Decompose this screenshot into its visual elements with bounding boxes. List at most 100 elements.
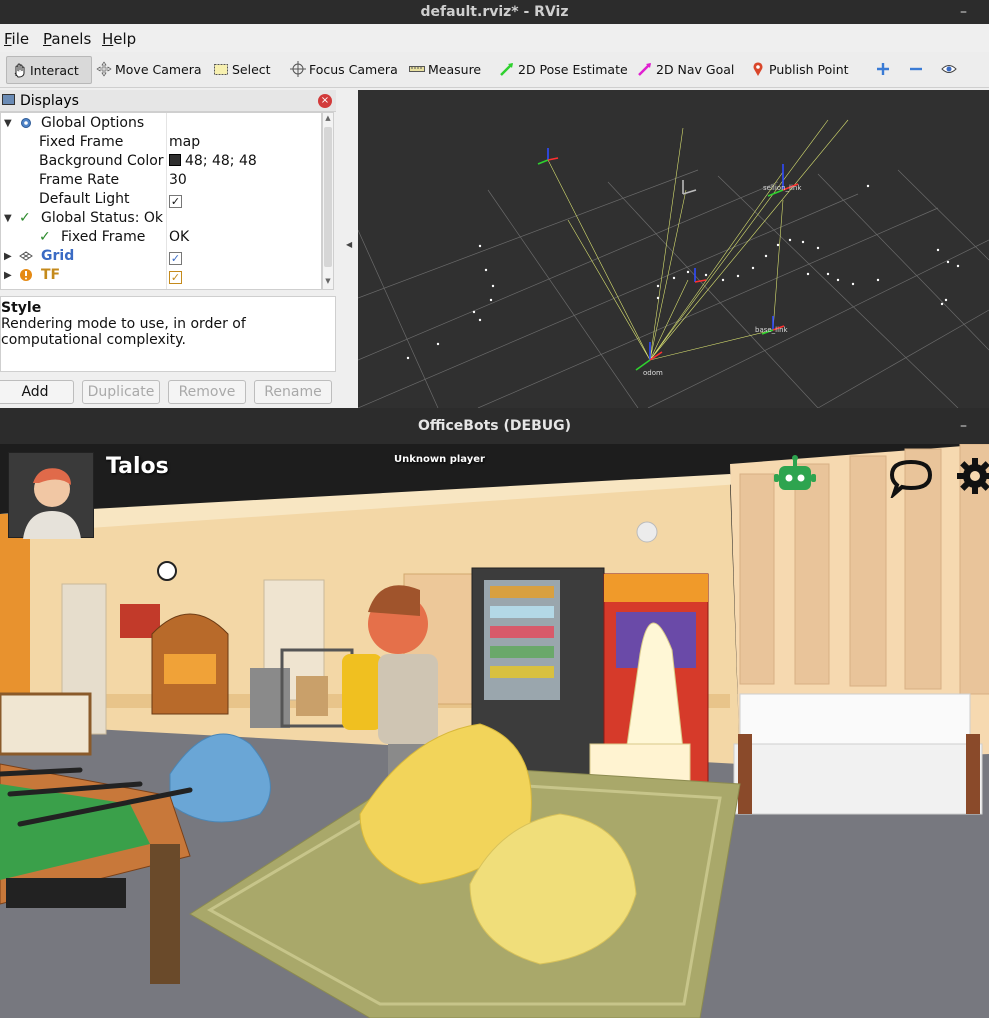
tree-row-frame-rate[interactable]: Frame Rate 30 bbox=[1, 171, 321, 190]
tf-checkbox[interactable]: ✓ bbox=[169, 271, 182, 284]
publish-point-label: Publish Point bbox=[769, 62, 849, 77]
tree-row-tf[interactable]: ▶ TF ✓ bbox=[1, 266, 321, 285]
select-tool[interactable]: Select bbox=[213, 56, 271, 84]
expand-down-icon[interactable]: ▼ bbox=[4, 209, 12, 228]
jukebox-panel bbox=[164, 654, 216, 684]
grid-lines bbox=[358, 169, 989, 408]
gear-icon bbox=[21, 118, 31, 128]
expand-right-icon[interactable]: ▶ bbox=[4, 247, 12, 266]
laser-scan-points bbox=[406, 184, 960, 360]
remove-button[interactable]: Remove bbox=[168, 380, 246, 404]
frame-rate-value[interactable]: 30 bbox=[169, 171, 187, 190]
tf-label: TF bbox=[41, 267, 61, 283]
property-description: Style Rendering mode to use, in order of… bbox=[0, 296, 336, 372]
odom-frame-label: odom bbox=[643, 369, 663, 377]
tree-row-global-options[interactable]: ▼ Global Options bbox=[1, 114, 321, 133]
global-status-label: Global Status: Ok bbox=[41, 210, 164, 226]
tree-row-default-light[interactable]: Default Light ✓ bbox=[1, 190, 321, 209]
sellion-frame-label: sellion_link bbox=[763, 184, 802, 192]
add-tool-button[interactable] bbox=[875, 56, 894, 84]
nav-goal-tool[interactable]: 2D Nav Goal bbox=[637, 56, 734, 84]
displays-tree: ▼ Global Options Fixed Frame map Backgro… bbox=[0, 112, 322, 290]
duplicate-button[interactable]: Duplicate bbox=[82, 380, 160, 404]
couch-seat bbox=[733, 743, 983, 815]
scrollbar-thumb[interactable] bbox=[324, 127, 332, 267]
person-body bbox=[378, 654, 438, 744]
nav-goal-label: 2D Nav Goal bbox=[656, 62, 735, 77]
tree-row-background-color[interactable]: Background Color 48; 48; 48 bbox=[1, 152, 321, 171]
chat-bubble-icon[interactable] bbox=[888, 458, 934, 498]
menu-panels[interactable]: Panels bbox=[43, 30, 91, 48]
default-light-label: Default Light bbox=[39, 191, 130, 207]
rename-button[interactable]: Rename bbox=[254, 380, 332, 404]
close-panel-button[interactable]: × bbox=[318, 94, 332, 108]
expand-right-icon[interactable]: ▶ bbox=[4, 266, 12, 285]
minimize-button[interactable]: – bbox=[960, 0, 967, 24]
fixed-frame-label: Fixed Frame bbox=[39, 134, 124, 150]
focus-camera-label: Focus Camera bbox=[309, 62, 398, 77]
player-avatar bbox=[8, 452, 94, 539]
rviz-titlebar: default.rviz* - RViz – bbox=[0, 0, 989, 24]
warning-icon bbox=[20, 269, 32, 281]
pose-estimate-tool[interactable]: 2D Pose Estimate bbox=[499, 56, 628, 84]
menu-help[interactable]: Help bbox=[102, 30, 136, 48]
description-title: Style bbox=[1, 300, 42, 316]
move-camera-label: Move Camera bbox=[115, 62, 202, 77]
rviz-window: default.rviz* - RViz – File Panels Help … bbox=[0, 0, 989, 408]
game-scene[interactable] bbox=[0, 444, 989, 1018]
checkmark-icon: ✓ bbox=[19, 210, 31, 226]
player-name: Talos bbox=[106, 454, 169, 479]
select-label: Select bbox=[232, 62, 271, 77]
expand-down-icon[interactable]: ▼ bbox=[4, 114, 12, 133]
magenta-arrow-icon bbox=[638, 63, 651, 76]
background-color-field[interactable]: 48; 48; 48 bbox=[169, 152, 257, 171]
tree-row-status-fixed-frame[interactable]: ✓ Fixed Frame OK bbox=[1, 228, 321, 247]
scroll-down-icon[interactable]: ▼ bbox=[323, 277, 333, 285]
grid-label: Grid bbox=[41, 248, 75, 264]
tree-row-grid[interactable]: ▶ Grid ✓ bbox=[1, 247, 321, 266]
couch-frame bbox=[966, 734, 980, 814]
measure-label: Measure bbox=[428, 62, 482, 77]
panel-splitter[interactable]: ◀ bbox=[343, 90, 357, 408]
move-camera-tool[interactable]: Move Camera bbox=[96, 56, 202, 84]
global-options-label: Global Options bbox=[41, 115, 145, 131]
view-options-button[interactable] bbox=[941, 56, 960, 84]
menu-bar: File Panels Help bbox=[0, 28, 989, 50]
tree-row-global-status[interactable]: ▼ ✓ Global Status: Ok bbox=[1, 209, 321, 228]
fixed-frame-value[interactable]: map bbox=[169, 133, 200, 152]
grid-checkbox[interactable]: ✓ bbox=[169, 252, 182, 265]
collapse-left-icon[interactable]: ◀ bbox=[346, 240, 352, 249]
add-button[interactable]: Add bbox=[0, 380, 74, 404]
scroll-up-icon[interactable]: ▲ bbox=[323, 114, 333, 122]
foosball-leg bbox=[150, 844, 180, 984]
tree-row-fixed-frame[interactable]: Fixed Frame map bbox=[1, 133, 321, 152]
tree-scrollbar[interactable]: ▲ ▼ bbox=[322, 112, 334, 290]
interact-label: Interact bbox=[30, 63, 79, 78]
displays-header: Displays × bbox=[0, 90, 336, 112]
minus-icon bbox=[910, 67, 922, 71]
map-pin-icon bbox=[753, 62, 763, 76]
robot-icon[interactable] bbox=[773, 454, 817, 496]
menu-file[interactable]: File bbox=[4, 30, 29, 48]
checkmark-icon: ✓ bbox=[39, 229, 51, 245]
3d-viewport[interactable]: odom sellion_link base_link bbox=[358, 90, 989, 408]
3d-scene[interactable]: odom sellion_link base_link bbox=[358, 90, 989, 408]
default-light-checkbox[interactable]: ✓ bbox=[169, 195, 182, 208]
select-rectangle-icon bbox=[214, 64, 228, 75]
officebots-titlebar: OfficeBots (DEBUG) – bbox=[0, 408, 989, 444]
minimize-button[interactable]: – bbox=[960, 408, 967, 444]
green-arrow-icon bbox=[500, 63, 513, 76]
interact-tool[interactable]: Interact bbox=[6, 56, 92, 84]
trash-bin bbox=[250, 668, 290, 728]
toolbar: Interact Move Camera Select Focus Camera… bbox=[0, 52, 989, 88]
crosshair-icon bbox=[290, 61, 306, 77]
focus-camera-tool[interactable]: Focus Camera bbox=[290, 56, 398, 84]
game-viewport[interactable]: Talos Unknown player bbox=[0, 444, 989, 1018]
cardboard-box bbox=[296, 676, 328, 716]
gear-icon[interactable] bbox=[955, 456, 989, 496]
unknown-player-label: Unknown player bbox=[394, 454, 485, 465]
arcade-marquee bbox=[604, 574, 708, 602]
publish-point-tool[interactable]: Publish Point bbox=[750, 56, 849, 84]
remove-tool-button[interactable] bbox=[908, 56, 927, 84]
measure-tool[interactable]: Measure bbox=[409, 56, 481, 84]
